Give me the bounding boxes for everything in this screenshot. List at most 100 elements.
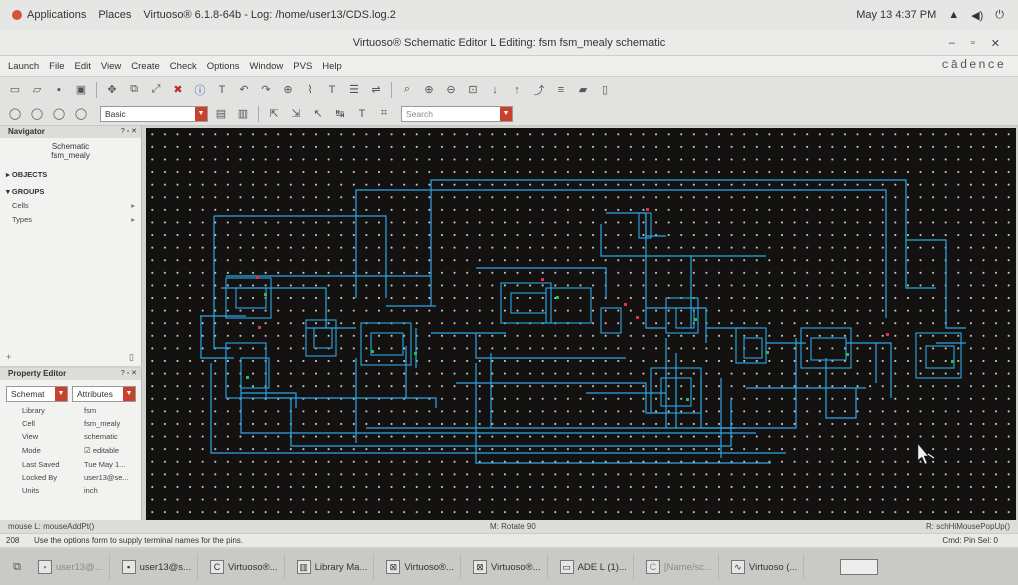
property-value: fsm: [84, 406, 97, 415]
info-icon[interactable]: ⓘ: [191, 81, 209, 99]
netlist-icon[interactable]: ≡: [552, 81, 570, 99]
cds-icon[interactable]: ▯: [596, 81, 614, 99]
open-folder-icon[interactable]: ▱: [28, 81, 46, 99]
workspace-load-icon[interactable]: ▥: [234, 105, 252, 123]
workspace-switcher[interactable]: [840, 559, 879, 575]
menu-create[interactable]: Create: [131, 61, 160, 72]
zoom-fit-icon[interactable]: ⊡: [464, 81, 482, 99]
stop-icon[interactable]: ◯: [50, 105, 68, 123]
property-value: fsm_mealy: [84, 419, 121, 428]
property-value: ☑ editable: [84, 446, 119, 455]
select-cursor-icon[interactable]: ↖: [309, 105, 327, 123]
taskbar-item-label: Virtuoso®...: [490, 561, 541, 573]
menu-pvs[interactable]: PVS: [293, 61, 312, 72]
workspace-save-icon[interactable]: ▤: [212, 105, 230, 123]
delete-icon[interactable]: ✖: [169, 81, 187, 99]
taskbar-item[interactable]: ⊠ Virtuoso®...: [467, 554, 548, 580]
places-label: Places: [98, 9, 132, 21]
taskbar-item[interactable]: ▪ user13@s...: [116, 554, 198, 580]
filter-icon[interactable]: ⌗: [375, 105, 393, 123]
pin-icon[interactable]: ⇌: [367, 81, 385, 99]
undo-icon[interactable]: ↶: [235, 81, 253, 99]
maximize-button[interactable]: ▫: [971, 37, 975, 49]
menu-options[interactable]: Options: [207, 61, 240, 72]
object-type-combo[interactable]: Schemat ▼: [6, 386, 68, 402]
taskbar-item-label: [Name/sc...: [663, 561, 712, 573]
power-icon[interactable]: ⏻: [995, 9, 1004, 22]
close-button[interactable]: ✕: [991, 37, 1000, 50]
chevron-right-icon: ▸: [131, 201, 135, 210]
menu-edit[interactable]: Edit: [74, 61, 90, 72]
checkbox-icon[interactable]: ☑: [84, 446, 93, 455]
property-key: Last Saved: [22, 460, 60, 469]
taskbar-item[interactable]: ▪ user13@...: [32, 554, 110, 580]
simulation-icon[interactable]: ▰: [574, 81, 592, 99]
taskbar-item[interactable]: ∿ Virtuoso (...: [725, 554, 805, 580]
label-icon[interactable]: T: [213, 81, 231, 99]
zoom-icon[interactable]: ⌕: [398, 81, 416, 99]
descend-icon[interactable]: ↓: [486, 81, 504, 99]
select-icon[interactable]: ⇱: [265, 105, 283, 123]
mouse-right-binding: R: schHiMousePopUp(): [925, 522, 1010, 531]
menu-view[interactable]: View: [101, 61, 121, 72]
taskbar-item-label: Virtuoso (...: [748, 561, 798, 573]
navigator-header: Navigator ? ▫ ✕: [0, 126, 141, 138]
instance-icon[interactable]: ⊕: [279, 81, 297, 99]
save-icon[interactable]: ▪: [50, 81, 68, 99]
menu-window[interactable]: Window: [249, 61, 283, 72]
network-icon[interactable]: ▲: [948, 9, 959, 21]
stretch-icon[interactable]: ⤢: [147, 81, 165, 99]
dock-controls-icon[interactable]: ? ▫ ✕: [121, 126, 137, 138]
add-icon[interactable]: +: [6, 352, 11, 362]
volume-icon[interactable]: ◀): [971, 9, 983, 22]
redo-icon[interactable]: ↷: [257, 81, 275, 99]
schematic-icon: ⊠: [386, 560, 401, 574]
copy-icon[interactable]: ⧉: [125, 81, 143, 99]
wire-icon[interactable]: ⌇: [301, 81, 319, 99]
return-icon[interactable]: ↑: [508, 81, 526, 99]
wire-name-icon[interactable]: T: [323, 81, 341, 99]
line-number: 208: [6, 536, 20, 545]
refresh-icon[interactable]: ◯: [72, 105, 90, 123]
hierarchy-icon[interactable]: ⤴: [530, 81, 548, 99]
search-input[interactable]: Search ▼: [401, 105, 513, 122]
taskbar-item[interactable]: C Virtuoso®...: [204, 554, 285, 580]
zoom-in-icon[interactable]: ⊕: [420, 81, 438, 99]
check-save-icon[interactable]: ▣: [72, 81, 90, 99]
trash-icon[interactable]: ▯: [129, 352, 134, 363]
move-icon[interactable]: ✥: [103, 81, 121, 99]
navigator-item-types[interactable]: Types ▸: [0, 215, 141, 224]
partial-select-icon[interactable]: ⇲: [287, 105, 305, 123]
clock[interactable]: May 13 4:37 PM: [856, 9, 936, 21]
minimize-button[interactable]: –: [949, 37, 955, 49]
probe-icon[interactable]: ↹: [331, 105, 349, 123]
navigator-groups[interactable]: ▾ GROUPS: [0, 187, 141, 196]
show-desktop-icon[interactable]: ⧉: [8, 558, 26, 576]
zoom-out-icon[interactable]: ⊖: [442, 81, 460, 99]
taskbar-item[interactable]: ▥ Library Ma...: [291, 554, 375, 580]
back-icon[interactable]: ◯: [6, 105, 24, 123]
workspace-combo[interactable]: Basic ▼: [100, 105, 208, 122]
dock-controls-icon[interactable]: ? ▫ ✕: [121, 368, 137, 380]
menu-check[interactable]: Check: [170, 61, 197, 72]
applications-menu[interactable]: Applications: [12, 9, 86, 21]
navigator-item-cells[interactable]: Cells ▸: [0, 201, 141, 210]
navigator-objects[interactable]: ▸ OBJECTS: [0, 170, 141, 179]
taskbar-item[interactable]: ▭ ADE L (1)...: [554, 554, 634, 580]
places-menu[interactable]: Places: [98, 9, 131, 21]
active-app-title[interactable]: Virtuoso® 6.1.8-64b - Log: /home/user13/…: [143, 9, 396, 21]
objects-label: OBJECTS: [11, 170, 48, 179]
new-file-icon[interactable]: ▭: [6, 81, 24, 99]
navigator-view: Schematic: [51, 142, 90, 151]
pin-markers-red: [256, 208, 889, 336]
menu-help[interactable]: Help: [322, 61, 342, 72]
schematic-canvas[interactable]: [146, 128, 1016, 520]
attributes-combo[interactable]: Attributes ▼: [72, 386, 136, 402]
text-select-icon[interactable]: T: [353, 105, 371, 123]
bus-icon[interactable]: ☰: [345, 81, 363, 99]
taskbar-item[interactable]: C [Name/sc...: [640, 554, 719, 580]
forward-icon[interactable]: ◯: [28, 105, 46, 123]
menu-file[interactable]: File: [49, 61, 64, 72]
menu-launch[interactable]: Launch: [8, 61, 39, 72]
taskbar-item[interactable]: ⊠ Virtuoso®...: [380, 554, 461, 580]
